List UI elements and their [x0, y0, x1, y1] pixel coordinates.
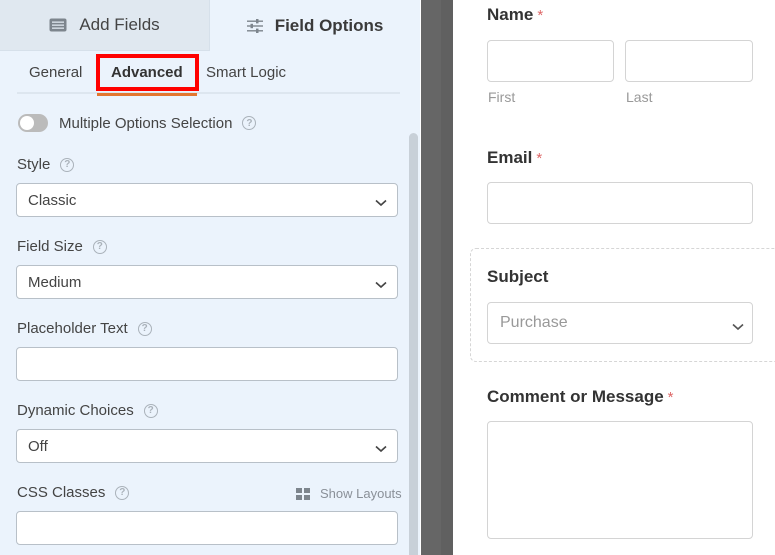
subtab-general[interactable]: General [29, 64, 82, 81]
tab-add-fields-label: Add Fields [79, 15, 160, 34]
last-sublabel: Last [626, 89, 653, 105]
dynamic-choices-label: Dynamic Choices ? [17, 402, 158, 419]
multiple-options-row: Multiple Options Selection ? [18, 114, 257, 132]
required-marker: * [667, 389, 674, 406]
panel-divider [421, 0, 441, 555]
panel-divider-shadow [441, 0, 453, 555]
required-marker: * [536, 150, 543, 167]
chevron-down-icon [375, 440, 387, 457]
show-layouts-label: Show Layouts [320, 486, 402, 501]
help-icon[interactable]: ? [143, 403, 158, 418]
subject-label-text: Subject [487, 267, 549, 286]
grid-icon [296, 487, 310, 500]
message-textarea[interactable] [487, 421, 753, 539]
chevron-down-icon [375, 194, 387, 211]
first-sublabel: First [488, 89, 516, 105]
panel-scrollbar[interactable] [409, 133, 418, 555]
css-classes-input[interactable] [16, 511, 398, 545]
help-icon[interactable]: ? [137, 321, 152, 336]
help-icon[interactable]: ? [115, 485, 130, 500]
tab-field-options-label: Field Options [274, 15, 384, 35]
chevron-down-icon [375, 276, 387, 293]
style-label: Style ? [17, 156, 75, 173]
first-name-input[interactable] [487, 40, 614, 82]
panel-tabs: Add Fields Field Options [0, 0, 420, 51]
help-icon[interactable]: ? [242, 116, 257, 130]
field-size-label-text: Field Size [17, 238, 83, 255]
email-field-label: Email * [487, 148, 542, 168]
placeholder-text-input[interactable] [16, 347, 398, 381]
css-classes-label: CSS Classes ? [17, 484, 130, 501]
css-classes-label-text: CSS Classes [17, 484, 106, 501]
placeholder-text-label-text: Placeholder Text [17, 320, 128, 337]
list-icon [49, 18, 67, 32]
active-tab-indicator [97, 93, 197, 96]
highlight-annotation-box [96, 54, 199, 91]
subject-select[interactable]: Purchase [487, 302, 753, 344]
help-icon[interactable]: ? [92, 239, 107, 254]
subtab-smart-logic[interactable]: Smart Logic [206, 64, 286, 81]
email-label-text: Email [487, 148, 533, 167]
placeholder-text-label: Placeholder Text ? [17, 320, 152, 337]
style-select-value: Classic [28, 191, 77, 209]
help-icon[interactable]: ? [60, 157, 75, 172]
subject-select-value: Purchase [500, 314, 568, 331]
subject-field-label: Subject [487, 267, 548, 287]
show-layouts-button[interactable]: Show Layouts [296, 486, 402, 501]
name-field-label: Name * [487, 5, 543, 25]
field-size-select[interactable]: Medium [16, 265, 398, 299]
multiple-options-label: Multiple Options Selection [59, 114, 233, 132]
form-preview: Name * First Last Email * Subject Purchase… [453, 0, 775, 555]
last-name-input[interactable] [625, 40, 753, 82]
tab-add-fields[interactable]: Add Fields [0, 0, 209, 51]
style-label-text: Style [17, 156, 51, 173]
toggle-knob [20, 116, 34, 130]
message-label-text: Comment or Message [487, 387, 664, 406]
field-size-label: Field Size ? [17, 238, 107, 255]
name-label-text: Name [487, 5, 534, 24]
dynamic-choices-select-value: Off [28, 437, 48, 455]
message-field-label: Comment or Message * [487, 387, 674, 407]
dynamic-choices-select[interactable]: Off [16, 429, 398, 463]
dynamic-choices-label-text: Dynamic Choices [17, 402, 134, 419]
multiple-options-toggle[interactable] [18, 114, 48, 132]
style-select[interactable]: Classic [16, 183, 398, 217]
sliders-icon [246, 18, 263, 33]
field-size-select-value: Medium [28, 273, 82, 291]
field-options-panel: Add Fields Field Options General Advance… [0, 0, 420, 555]
required-marker: * [537, 7, 544, 24]
chevron-down-icon [732, 318, 744, 336]
sub-tabs: General Advanced Smart Logic [17, 52, 400, 94]
email-input[interactable] [487, 182, 753, 224]
tab-field-options[interactable]: Field Options [209, 0, 420, 51]
